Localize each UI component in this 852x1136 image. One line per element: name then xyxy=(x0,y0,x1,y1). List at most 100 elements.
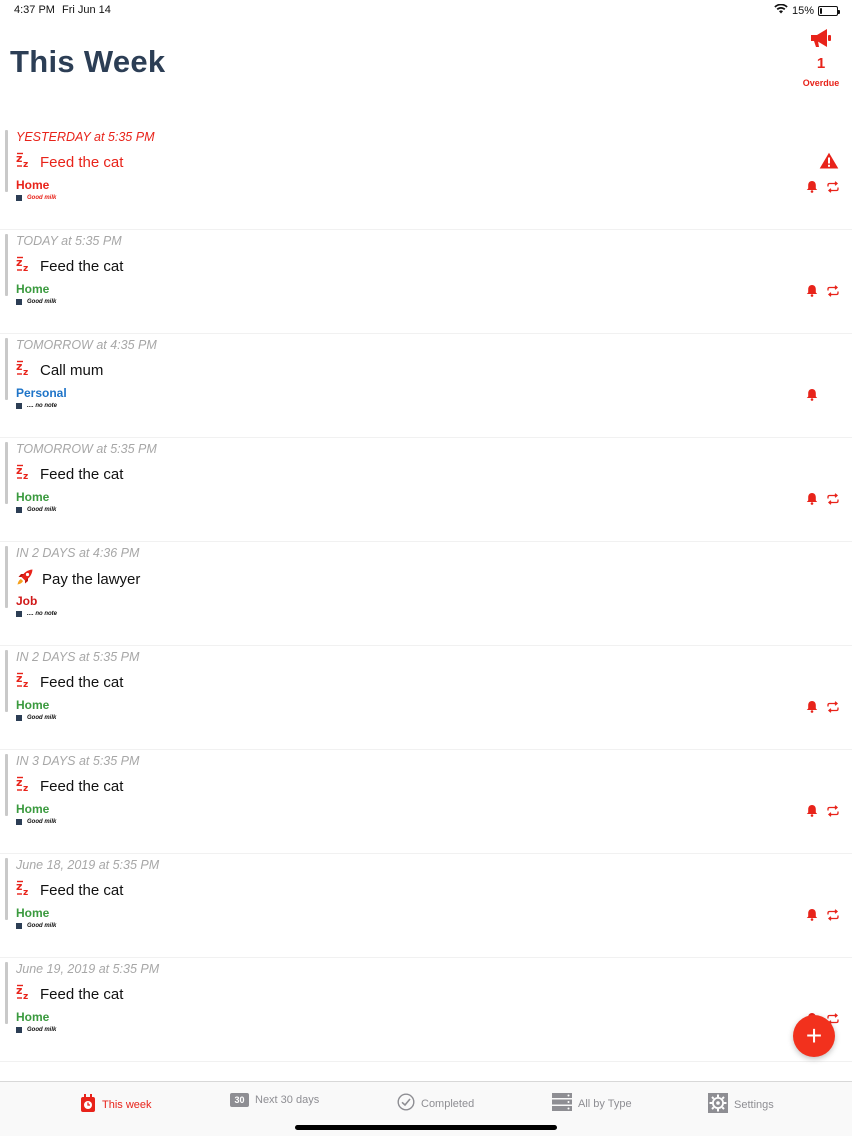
reminder-item[interactable]: TODAY at 5:35 PM z z Feed the cat Home Good m… xyxy=(0,230,852,334)
tab-completed[interactable]: Completed xyxy=(397,1093,474,1114)
repeat-icon[interactable] xyxy=(826,908,840,926)
calendar-30-icon: 30 xyxy=(230,1093,249,1107)
warning-icon xyxy=(819,152,839,174)
battery-icon xyxy=(818,5,840,16)
item-note-row: Good milk xyxy=(16,1027,56,1033)
reminder-item[interactable]: June 18, 2019 at 5:35 PM z z Feed the cat Ho… xyxy=(0,854,852,958)
item-category: Home xyxy=(16,698,50,712)
item-note-row: Good milk xyxy=(16,819,56,825)
item-title-row: z z Feed the cat xyxy=(16,256,123,277)
item-title: Pay the lawyer xyxy=(42,571,141,588)
reminder-item[interactable]: TOMORROW at 4:35 PM z z Call mum Personal...… xyxy=(0,334,852,438)
wifi-icon xyxy=(774,3,788,17)
item-note-row: .... no note xyxy=(16,611,57,617)
bell-icon[interactable] xyxy=(806,908,818,926)
rocket-icon xyxy=(16,568,34,591)
note-icon xyxy=(16,611,22,617)
reminder-item[interactable]: IN 2 DAYS at 5:35 PM z z Feed the cat Home Go… xyxy=(0,646,852,750)
reminder-item[interactable]: TOMORROW at 5:35 PM z z Feed the cat Home Goo… xyxy=(0,438,852,542)
item-note: .... no note xyxy=(27,611,57,617)
svg-text:z: z xyxy=(23,160,28,168)
tab-all-by-type-label: All by Type xyxy=(578,1097,632,1110)
item-accent-bar xyxy=(5,130,8,192)
item-title: Feed the cat xyxy=(40,258,124,275)
tab-all-by-type[interactable]: All by Type xyxy=(552,1093,632,1114)
item-title: Feed the cat xyxy=(40,674,124,691)
repeat-icon[interactable] xyxy=(826,804,840,822)
overdue-count: 1 xyxy=(816,55,826,72)
reminder-item[interactable]: IN 3 DAYS at 5:35 PM z z Feed the cat Home Go… xyxy=(0,750,852,854)
item-due-date: TOMORROW at 4:35 PM xyxy=(16,338,157,352)
item-due-date: IN 3 DAYS at 5:35 PM xyxy=(16,754,140,768)
item-note: Good milk xyxy=(27,715,57,721)
item-note-row: Good milk xyxy=(16,923,56,929)
item-category: Home xyxy=(16,802,50,816)
bell-icon[interactable] xyxy=(806,284,818,302)
home-indicator[interactable] xyxy=(295,1125,557,1130)
item-accent-bar xyxy=(5,234,8,296)
repeat-icon[interactable] xyxy=(826,180,840,198)
item-actions xyxy=(806,908,840,926)
item-due-date: TOMORROW at 5:35 PM xyxy=(16,442,157,456)
item-title: Feed the cat xyxy=(40,154,124,171)
tab-this-week[interactable]: This week xyxy=(80,1093,152,1116)
overdue-indicator[interactable]: 1 Overdue xyxy=(796,28,846,88)
item-title-row: z z Feed the cat xyxy=(16,880,123,901)
tab-next-30-days[interactable]: 30 Next 30 days xyxy=(230,1093,319,1107)
tab-settings-label: Settings xyxy=(734,1098,774,1111)
item-note: Good milk xyxy=(27,195,57,201)
item-note-row: Good milk xyxy=(16,195,56,201)
bell-icon[interactable] xyxy=(806,804,818,822)
tab-next-30-days-label: Next 30 days xyxy=(255,1094,320,1106)
reminder-list: YESTERDAY at 5:35 PM z z Feed the cat Home Go… xyxy=(0,126,852,1062)
sleep-zz-icon: zz xyxy=(16,464,32,485)
item-note-row: Good milk xyxy=(16,715,56,721)
item-note: Good milk xyxy=(27,819,57,825)
gear-icon xyxy=(708,1093,728,1116)
item-note-row: Good milk xyxy=(16,507,56,513)
item-category: Home xyxy=(16,178,50,192)
item-accent-bar xyxy=(5,338,8,400)
megaphone-icon xyxy=(809,29,833,52)
item-due-date: YESTERDAY at 5:35 PM xyxy=(16,130,155,144)
note-icon xyxy=(16,403,22,409)
svg-text:z: z xyxy=(23,992,28,1000)
reminder-item[interactable]: June 19, 2019 at 5:35 PM z z Feed the cat Ho… xyxy=(0,958,852,1062)
note-icon xyxy=(16,507,22,513)
item-actions xyxy=(806,492,840,510)
item-title: Feed the cat xyxy=(40,778,124,795)
repeat-icon[interactable] xyxy=(826,700,840,718)
repeat-icon[interactable] xyxy=(826,284,840,302)
bell-icon[interactable] xyxy=(806,492,818,510)
item-accent-bar xyxy=(5,754,8,816)
repeat-icon[interactable] xyxy=(826,492,840,510)
item-category: Home xyxy=(16,490,50,504)
bell-icon[interactable] xyxy=(806,180,818,198)
calendar-week-icon xyxy=(80,1093,96,1116)
reminder-item[interactable]: YESTERDAY at 5:35 PM z z Feed the cat Home Go… xyxy=(0,126,852,230)
reminder-item[interactable]: IN 2 DAYS at 4:36 PM Pay the lawyer Job...… xyxy=(0,542,852,646)
item-due-date: June 18, 2019 at 5:35 PM xyxy=(16,858,160,872)
note-icon xyxy=(16,195,22,201)
item-category: Personal xyxy=(16,386,67,400)
svg-text:z: z xyxy=(23,888,28,896)
svg-text:z: z xyxy=(23,472,28,480)
item-title-row: z z Call mum xyxy=(16,360,103,381)
item-title: Call mum xyxy=(40,362,104,379)
item-note-row: .... no note xyxy=(16,403,57,409)
note-icon xyxy=(16,299,22,305)
item-note: Good milk xyxy=(27,507,57,513)
item-due-date: IN 2 DAYS at 4:36 PM xyxy=(16,546,140,560)
item-category: Home xyxy=(16,906,50,920)
item-category: Home xyxy=(16,282,50,296)
item-note: Good milk xyxy=(27,923,57,929)
item-title: Feed the cat xyxy=(40,986,124,1003)
sleep-zz-icon: zz xyxy=(16,776,32,797)
bell-icon[interactable] xyxy=(806,388,818,406)
svg-text:z: z xyxy=(23,680,28,688)
item-title-row: z z Feed the cat xyxy=(16,984,123,1005)
sleep-zz-icon: zz xyxy=(16,152,32,173)
add-reminder-button[interactable]: + xyxy=(793,1015,835,1057)
bell-icon[interactable] xyxy=(806,700,818,718)
tab-settings[interactable]: Settings xyxy=(708,1093,774,1116)
